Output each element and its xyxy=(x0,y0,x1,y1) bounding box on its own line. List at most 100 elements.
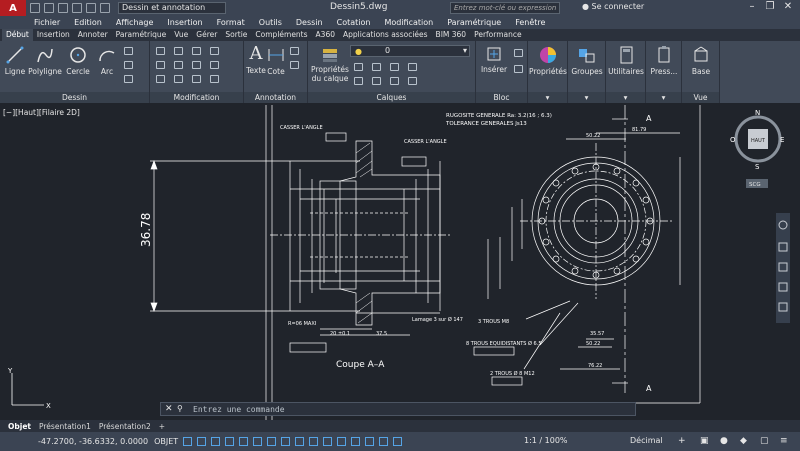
viewcube-north[interactable]: N xyxy=(755,109,760,117)
menu-dessin[interactable]: Dessin xyxy=(296,18,323,27)
viewcube-face[interactable]: HAUT xyxy=(751,138,766,144)
hatch-icon[interactable] xyxy=(124,61,133,69)
object-snap-tracking-icon[interactable] xyxy=(253,437,263,446)
menu-fenetre[interactable]: Fenêtre xyxy=(515,18,545,27)
copy-icon[interactable] xyxy=(156,61,165,69)
close-cmd-icon[interactable]: ✕ xyxy=(165,404,173,414)
cercle-tool[interactable]: Cercle xyxy=(64,45,92,76)
menu-format[interactable]: Format xyxy=(217,18,245,27)
arc-tool[interactable]: Arc xyxy=(96,45,118,76)
cmd-search-icon[interactable]: ⚲ xyxy=(177,404,183,413)
tab-model[interactable]: Objet xyxy=(8,422,31,431)
viewcube-south[interactable]: S xyxy=(755,163,760,171)
polar-icon[interactable] xyxy=(225,437,235,446)
annotation-visibility-icon[interactable] xyxy=(379,437,389,446)
scale-icon[interactable] xyxy=(174,75,183,83)
stretch-icon[interactable] xyxy=(156,75,165,83)
menu-outils[interactable]: Outils xyxy=(259,18,282,27)
isolate-objects-icon[interactable]: ◆ xyxy=(740,436,747,446)
menu-edition[interactable]: Edition xyxy=(74,18,102,27)
quick-properties-icon[interactable]: ▣ xyxy=(700,436,709,446)
customization-icon[interactable]: ≡ xyxy=(780,436,788,446)
panel-label-vue[interactable]: Vue xyxy=(682,92,719,103)
workspace-select[interactable]: Dessin et annotation xyxy=(118,2,226,14)
tab-complements[interactable]: Compléments xyxy=(251,29,311,41)
layer-properties-tool[interactable]: Propriétés du calque xyxy=(310,47,350,83)
menu-insertion[interactable]: Insertion xyxy=(167,18,202,27)
snap-icon[interactable] xyxy=(197,437,207,446)
tab-gerer[interactable]: Gérer xyxy=(192,29,221,41)
offset-icon[interactable] xyxy=(210,75,219,83)
layer-off-icon[interactable] xyxy=(372,63,381,71)
panel-label-bloc[interactable]: Bloc xyxy=(476,92,527,103)
base-tool[interactable]: Base xyxy=(682,45,720,76)
layer-select[interactable]: 0 ● ▾ xyxy=(350,45,470,57)
cursor-coordinates[interactable]: -47.2700, -36.6332, 0.0000 xyxy=(38,437,148,446)
restore-button[interactable]: ❐ xyxy=(764,1,776,13)
auto-scale-icon[interactable] xyxy=(393,437,403,446)
leader-icon[interactable] xyxy=(290,47,299,55)
panel-label-annotation[interactable]: Annotation xyxy=(244,92,307,103)
tab-performance[interactable]: Performance xyxy=(470,29,526,41)
layer-lock-icon[interactable] xyxy=(372,77,381,85)
autocad-logo-icon[interactable]: A xyxy=(0,0,26,16)
selection-filter-icon[interactable] xyxy=(351,437,361,446)
close-button[interactable]: ✕ xyxy=(782,1,794,13)
selection-cycling-icon[interactable] xyxy=(309,437,319,446)
tab-annoter[interactable]: Annoter xyxy=(74,29,112,41)
menu-cotation[interactable]: Cotation xyxy=(337,18,371,27)
object-snap-icon[interactable] xyxy=(267,437,277,446)
menu-modification[interactable]: Modification xyxy=(384,18,433,27)
layer-copy-icon[interactable] xyxy=(408,77,417,85)
units-select[interactable]: Décimal xyxy=(630,436,663,445)
table-icon[interactable] xyxy=(290,61,299,69)
drawing-canvas[interactable]: [−][Haut][Filaire 2D] 36.78 RUGOSITE GEN… xyxy=(0,103,800,420)
tab-vue[interactable]: Vue xyxy=(170,29,192,41)
tab-insertion[interactable]: Insertion xyxy=(33,29,74,41)
erase-icon[interactable] xyxy=(210,47,219,55)
ligne-tool[interactable]: Ligne xyxy=(4,45,26,76)
tab-bim360[interactable]: BIM 360 xyxy=(432,29,471,41)
grid-icon[interactable] xyxy=(183,437,193,446)
sign-in-button[interactable]: ● Se connecter xyxy=(582,2,644,11)
new-file-icon[interactable] xyxy=(30,3,40,13)
utilitaires-tool[interactable]: Utilitaires xyxy=(606,45,646,76)
layer-state-icon[interactable] xyxy=(354,63,363,71)
rotate-icon[interactable] xyxy=(174,47,183,55)
add-layout-button[interactable]: + xyxy=(159,422,165,431)
print-icon[interactable] xyxy=(72,3,82,13)
create-block-icon[interactable] xyxy=(514,49,523,57)
viewcube[interactable]: HAUT N S E O SCG xyxy=(730,109,784,188)
fillet-icon[interactable] xyxy=(192,61,201,69)
explode-icon[interactable] xyxy=(210,61,219,69)
panel-expand-proprietes[interactable]: ▾ xyxy=(528,92,567,103)
menu-fichier[interactable]: Fichier xyxy=(34,18,60,27)
clean-screen-icon[interactable]: ▢ xyxy=(760,436,769,446)
redo-icon[interactable] xyxy=(100,3,110,13)
plus-icon[interactable]: + xyxy=(678,436,686,446)
transparency-icon[interactable] xyxy=(295,437,305,446)
tab-a360[interactable]: A360 xyxy=(312,29,339,41)
panel-expand-presse[interactable]: ▾ xyxy=(646,92,681,103)
isodraft-icon[interactable] xyxy=(239,437,249,446)
panel-expand-utilitaires[interactable]: ▾ xyxy=(606,92,645,103)
navigation-bar[interactable] xyxy=(776,213,790,323)
tab-debut[interactable]: Début xyxy=(2,29,33,41)
tab-layout-2[interactable]: Présentation2 xyxy=(99,422,151,431)
tab-applications[interactable]: Applications associées xyxy=(339,29,432,41)
ucs-menu[interactable]: SCG xyxy=(749,182,761,188)
viewcube-east[interactable]: E xyxy=(780,136,784,144)
menu-affichage[interactable]: Affichage xyxy=(116,18,154,27)
layer-freeze-icon[interactable] xyxy=(408,63,417,71)
panel-expand-groupes[interactable]: ▾ xyxy=(568,92,605,103)
inserer-tool[interactable]: Insérer xyxy=(478,45,510,74)
command-line[interactable]: ✕ ⚲ Entrez une commande xyxy=(160,402,636,416)
dynamic-ucs-icon[interactable] xyxy=(337,437,347,446)
tab-sortie[interactable]: Sortie xyxy=(221,29,251,41)
lock-ui-icon[interactable]: ● xyxy=(720,436,728,446)
menu-parametrique[interactable]: Paramétrique xyxy=(447,18,501,27)
ortho-icon[interactable] xyxy=(211,437,221,446)
tab-parametrique[interactable]: Paramétrique xyxy=(112,29,171,41)
gizmo-icon[interactable] xyxy=(365,437,375,446)
save-icon[interactable] xyxy=(58,3,68,13)
